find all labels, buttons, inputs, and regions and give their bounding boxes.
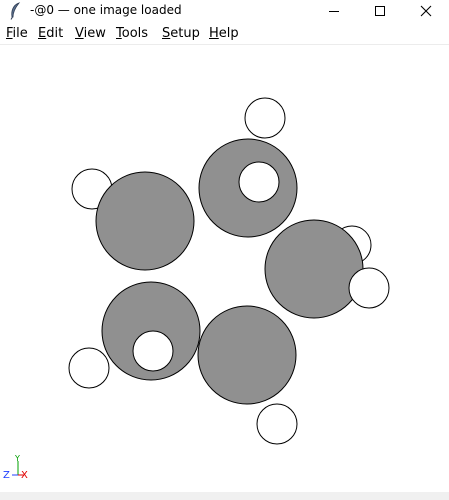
carbon-atom[interactable] xyxy=(95,171,195,271)
axis-y-label: Y xyxy=(14,454,20,463)
hydrogen-atom[interactable] xyxy=(238,161,280,203)
hydrogen-atom[interactable] xyxy=(256,403,298,445)
menu-help[interactable]: Help xyxy=(209,26,239,41)
minimize-button[interactable] xyxy=(311,0,357,22)
menu-view[interactable]: View xyxy=(75,26,106,41)
menu-file[interactable]: File xyxy=(6,26,28,41)
axis-indicator: Y Z X xyxy=(3,454,28,481)
menu-bar: File Edit View Tools Setup Help xyxy=(0,24,449,45)
minimize-icon xyxy=(329,11,339,12)
close-button[interactable] xyxy=(403,0,449,22)
maximize-button[interactable] xyxy=(357,0,403,22)
carbon-atom[interactable] xyxy=(197,305,297,405)
close-icon xyxy=(420,5,432,17)
hydrogen-atom[interactable] xyxy=(132,330,174,372)
molecule-viewport[interactable]: Y Z X xyxy=(0,45,449,492)
axis-x-label: X xyxy=(21,470,28,481)
maximize-icon xyxy=(375,6,385,16)
title-bar[interactable]: -@0 — one image loaded xyxy=(0,0,449,22)
window-title: -@0 — one image loaded xyxy=(30,3,182,17)
menu-setup[interactable]: Setup xyxy=(162,26,200,41)
hydrogen-atom[interactable] xyxy=(68,347,110,389)
hydrogen-atom[interactable] xyxy=(244,97,286,139)
feather-icon xyxy=(10,2,21,20)
carbon-atom[interactable] xyxy=(264,219,364,319)
molecule-canvas[interactable]: Y Z X xyxy=(0,45,449,492)
status-bar xyxy=(0,492,449,500)
axis-z-label: Z xyxy=(3,470,10,481)
hydrogen-atom[interactable] xyxy=(348,267,390,309)
menu-tools[interactable]: Tools xyxy=(116,26,148,41)
menu-edit[interactable]: Edit xyxy=(38,26,63,41)
